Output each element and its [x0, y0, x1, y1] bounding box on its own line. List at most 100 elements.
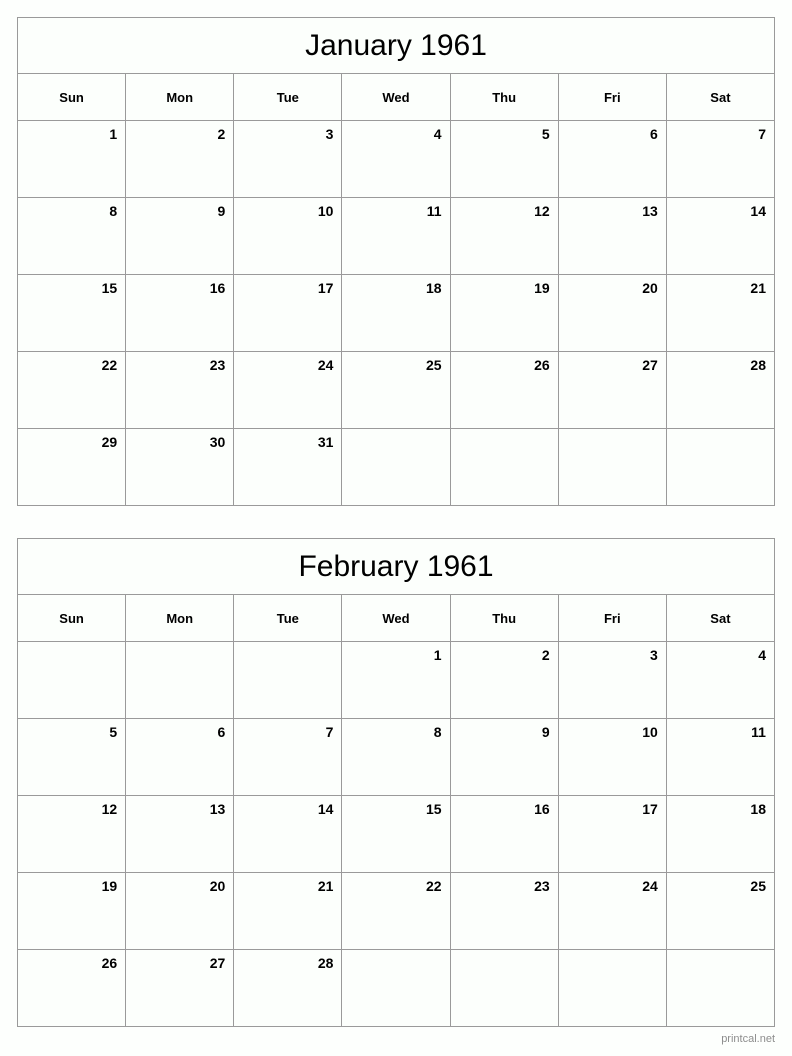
day-cell-empty: [558, 950, 667, 1026]
month-title-february: February 1961: [298, 549, 494, 583]
week-row: 1 2 3 4 5 6 7: [18, 121, 774, 198]
day-cell[interactable]: 28: [234, 950, 343, 1026]
week-row: 19 20 21 22 23 24 25: [18, 873, 774, 950]
weekday-header-sat: Sat: [710, 89, 731, 105]
day-cell[interactable]: 12: [450, 198, 559, 274]
day-cell-empty: [342, 429, 451, 505]
week-row: 22 23 24 25 26 27 28: [18, 352, 774, 429]
day-cell[interactable]: 18: [342, 275, 451, 351]
day-cell[interactable]: 1: [18, 121, 127, 197]
day-cell[interactable]: 27: [126, 950, 235, 1026]
day-cell[interactable]: 7: [666, 121, 774, 197]
weekday-header-wed: Wed: [342, 74, 451, 120]
month-block-january: January 1961 Sun Mon Tue Wed Thu Fri Sat…: [17, 17, 775, 506]
day-cell-empty: [558, 429, 667, 505]
day-cell[interactable]: 5: [18, 719, 127, 795]
day-cell[interactable]: 7: [234, 719, 343, 795]
day-cell[interactable]: 13: [126, 796, 235, 872]
day-cell[interactable]: 27: [558, 352, 667, 428]
day-cell[interactable]: 17: [234, 275, 343, 351]
day-cell[interactable]: 22: [342, 873, 451, 949]
week-row: 8 9 10 11 12 13 14: [18, 198, 774, 275]
weekday-header-thu: Thu: [451, 74, 559, 120]
day-cell[interactable]: 23: [450, 873, 559, 949]
day-cell[interactable]: 21: [234, 873, 343, 949]
day-cell[interactable]: 30: [126, 429, 235, 505]
weekday-header-tue: Tue: [234, 595, 343, 641]
week-row: 5 6 7 8 9 10 11: [18, 719, 774, 796]
day-cell[interactable]: 11: [342, 198, 451, 274]
weekday-header-sun: Sun: [18, 74, 127, 120]
day-cell-empty: [450, 950, 559, 1026]
day-cell[interactable]: 2: [450, 642, 559, 718]
day-cell[interactable]: 3: [234, 121, 343, 197]
day-cell[interactable]: 13: [558, 198, 667, 274]
day-cell[interactable]: 15: [18, 275, 127, 351]
day-cell[interactable]: 8: [18, 198, 127, 274]
month-title-row-january: January 1961: [18, 18, 774, 74]
day-cell[interactable]: 9: [126, 198, 235, 274]
day-cell[interactable]: 29: [18, 429, 127, 505]
day-cell[interactable]: 20: [126, 873, 235, 949]
day-cell[interactable]: 11: [666, 719, 774, 795]
week-row: 15 16 17 18 19 20 21: [18, 275, 774, 352]
weekday-header-tue: Tue: [234, 74, 343, 120]
calendar-page: January 1961 Sun Mon Tue Wed Thu Fri Sat…: [0, 0, 792, 1056]
weekday-header-mon: Mon: [126, 74, 235, 120]
weekday-header-row-february: Sun Mon Tue Wed Thu Fri Sat: [18, 595, 774, 642]
day-cell[interactable]: 6: [126, 719, 235, 795]
day-cell[interactable]: 24: [234, 352, 343, 428]
weekday-header-fri: Fri: [559, 595, 667, 641]
week-row: 29 30 31: [18, 429, 774, 506]
day-cell[interactable]: 5: [450, 121, 559, 197]
day-cell[interactable]: 16: [126, 275, 235, 351]
day-cell[interactable]: 19: [18, 873, 127, 949]
day-cell[interactable]: 26: [18, 950, 127, 1026]
day-cell[interactable]: 25: [342, 352, 451, 428]
day-cell[interactable]: 23: [126, 352, 235, 428]
day-cell[interactable]: 19: [450, 275, 559, 351]
weekday-header-sat: Sat: [710, 610, 731, 626]
day-cell[interactable]: 21: [666, 275, 774, 351]
weekday-header-fri: Fri: [559, 74, 667, 120]
day-cell[interactable]: 24: [558, 873, 667, 949]
day-cell[interactable]: 3: [558, 642, 667, 718]
day-cell[interactable]: 16: [450, 796, 559, 872]
day-cell[interactable]: 18: [666, 796, 774, 872]
day-cell[interactable]: 10: [558, 719, 667, 795]
day-cell[interactable]: 12: [18, 796, 127, 872]
month-title-january: January 1961: [305, 28, 487, 62]
day-cell[interactable]: 4: [666, 642, 774, 718]
day-cell[interactable]: 14: [666, 198, 774, 274]
weekday-header-wed: Wed: [342, 595, 451, 641]
week-row: 1 2 3 4: [18, 642, 774, 719]
weekday-header-mon: Mon: [126, 595, 235, 641]
day-cell[interactable]: 25: [666, 873, 774, 949]
day-cell-empty: [342, 950, 451, 1026]
week-row: 26 27 28: [18, 950, 774, 1027]
day-cell[interactable]: 10: [234, 198, 343, 274]
day-cell[interactable]: 8: [342, 719, 451, 795]
month-block-february: February 1961 Sun Mon Tue Wed Thu Fri Sa…: [17, 538, 775, 1027]
day-cell-empty: [18, 642, 127, 718]
day-cell[interactable]: 20: [558, 275, 667, 351]
day-cell[interactable]: 9: [450, 719, 559, 795]
week-row: 12 13 14 15 16 17 18: [18, 796, 774, 873]
day-cell[interactable]: 1: [342, 642, 451, 718]
day-cell[interactable]: 22: [18, 352, 127, 428]
weekday-header-sun: Sun: [18, 595, 127, 641]
day-cell[interactable]: 15: [342, 796, 451, 872]
day-cell-empty: [666, 950, 774, 1026]
day-cell[interactable]: 4: [342, 121, 451, 197]
footer-attribution: printcal.net: [721, 1033, 775, 1045]
month-title-row-february: February 1961: [18, 539, 774, 595]
day-cell[interactable]: 26: [450, 352, 559, 428]
day-cell[interactable]: 2: [126, 121, 235, 197]
day-cell[interactable]: 17: [558, 796, 667, 872]
day-cell[interactable]: 14: [234, 796, 343, 872]
day-cell-empty: [126, 642, 235, 718]
day-cell[interactable]: 28: [666, 352, 774, 428]
day-cell[interactable]: 31: [234, 429, 343, 505]
day-cell[interactable]: 6: [558, 121, 667, 197]
weekday-header-thu: Thu: [451, 595, 559, 641]
